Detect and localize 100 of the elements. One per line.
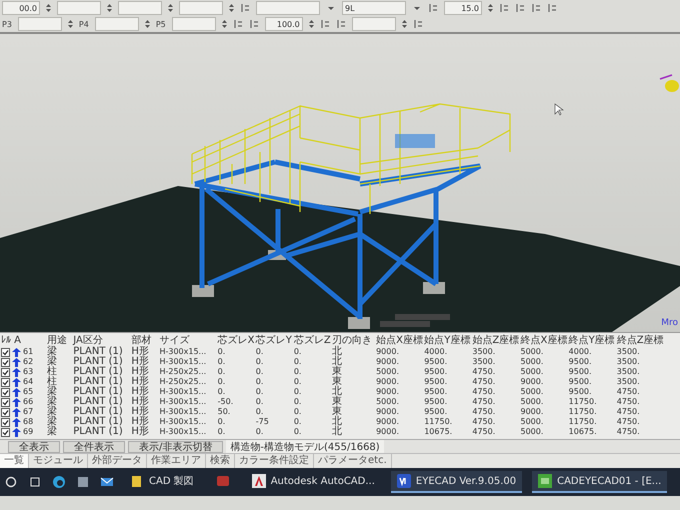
tool-icon[interactable]: [531, 3, 541, 13]
spinner-icon[interactable]: [68, 19, 73, 29]
number-field[interactable]: [179, 1, 223, 15]
number-field[interactable]: [57, 1, 101, 15]
dropdown-field[interactable]: 9L: [342, 1, 406, 15]
number-field[interactable]: 00.0: [2, 1, 40, 15]
tool-icon[interactable]: [428, 3, 438, 13]
toolbar-button[interactable]: 全件表示: [63, 440, 125, 452]
table-cell: PLANT (1): [73, 356, 123, 367]
spinner-icon[interactable]: [229, 3, 234, 13]
column-header[interactable]: 終点Y座標: [568, 333, 616, 347]
table-cell: 9500.: [424, 357, 448, 366]
column-header[interactable]: 芯ズレX: [216, 333, 255, 347]
number-field[interactable]: [18, 17, 62, 31]
column-header[interactable]: JA区分: [72, 333, 130, 347]
taskbar-app[interactable]: CAD 製図: [124, 471, 200, 493]
table-cell: 0.: [218, 387, 226, 396]
tool-icon[interactable]: [320, 19, 330, 29]
number-field[interactable]: [172, 17, 216, 31]
checkbox[interactable]: [1, 358, 10, 366]
table-cell: 5000.: [520, 347, 544, 356]
column-header[interactable]: 終点X座標: [520, 333, 568, 347]
table-cell: 9000.: [376, 407, 399, 416]
mail-icon[interactable]: [100, 475, 114, 489]
app-icon[interactable]: [216, 474, 230, 488]
tool-icon[interactable]: [336, 19, 346, 29]
table-cell: 69: [23, 427, 34, 437]
tool-icon[interactable]: [547, 3, 557, 13]
table-cell: PLANT (1): [73, 396, 123, 407]
spinner-icon[interactable]: [402, 19, 407, 29]
number-field[interactable]: [118, 1, 162, 15]
spinner-icon[interactable]: [168, 3, 173, 13]
spinner-icon[interactable]: [488, 3, 493, 13]
taskbar-app[interactable]: CADEYECAD01 - [E...: [532, 471, 668, 493]
taskbar-app[interactable]: EYECAD Ver.9.05.00: [390, 471, 522, 493]
table-cell: H-300x15...: [159, 427, 206, 436]
table-cell: 東: [332, 376, 342, 387]
number-field[interactable]: [94, 17, 139, 31]
table-cell: 9000.: [520, 407, 544, 416]
toolbar-button[interactable]: 全表示: [8, 440, 60, 452]
column-header[interactable]: 始点X座標: [375, 333, 424, 347]
table-cell: 0.: [256, 397, 264, 406]
table-cell: 0.: [294, 397, 302, 406]
checkbox[interactable]: [1, 348, 10, 356]
number-field[interactable]: 15.0: [444, 1, 482, 15]
table-cell: H-300x15...: [159, 347, 206, 356]
axis-icon: [660, 74, 679, 92]
checkbox[interactable]: [1, 428, 10, 436]
field-label: P5: [156, 20, 166, 28]
tool-icon[interactable]: [248, 19, 259, 29]
checkbox[interactable]: [1, 408, 10, 416]
column-header[interactable]: 終点Z座標: [616, 333, 664, 347]
checkbox[interactable]: [1, 388, 10, 396]
table-cell: 0.: [256, 367, 264, 376]
spinner-icon[interactable]: [107, 3, 112, 13]
table-cell: 64: [23, 377, 34, 387]
tool-icon[interactable]: [499, 3, 509, 13]
column-header[interactable]: 芯ズレZ: [292, 333, 331, 347]
task-view-icon[interactable]: [28, 475, 42, 489]
table-cell: 0.: [294, 387, 302, 396]
search-icon[interactable]: [4, 475, 18, 489]
column-header[interactable]: 始点Y座標: [423, 333, 472, 347]
checkbox[interactable]: [1, 368, 10, 376]
dropdown-field[interactable]: [256, 1, 320, 15]
column-header[interactable]: 始点Z座標: [471, 333, 520, 347]
number-field[interactable]: [352, 17, 396, 31]
spinner-icon[interactable]: [308, 19, 314, 29]
checkbox[interactable]: [1, 418, 10, 426]
table-cell: 9000.: [520, 377, 544, 386]
tool-icon[interactable]: [232, 19, 243, 29]
number-field[interactable]: 100.0: [264, 17, 303, 31]
toolbar-button[interactable]: 表示/非表示切替: [128, 440, 224, 452]
table-cell: 3500.: [472, 347, 496, 356]
letter-a-icon: [252, 474, 266, 488]
table-cell: 柱: [47, 376, 58, 387]
spinner-icon[interactable]: [46, 3, 51, 13]
status-text: 構造物-構造物モデル(455/1668): [226, 440, 384, 454]
browser-icon[interactable]: [52, 475, 66, 489]
column-header[interactable]: 刃の向き: [330, 333, 376, 347]
column-header[interactable]: ﾚﾙ A: [0, 333, 46, 347]
spinner-icon[interactable]: [222, 19, 227, 29]
column-header[interactable]: 用途: [46, 333, 72, 347]
table-cell: 0.: [218, 347, 226, 356]
tool-icon[interactable]: [412, 19, 423, 29]
table-cell: 9000.: [376, 347, 399, 356]
column-header[interactable]: 芯ズレY: [254, 333, 293, 347]
spinner-icon[interactable]: [144, 19, 150, 29]
checkbox[interactable]: [1, 398, 10, 406]
table-cell: 4750.: [472, 387, 496, 396]
column-header[interactable]: 部材: [130, 333, 158, 347]
table-cell: 5000.: [520, 417, 544, 426]
panel-tab[interactable]: 一覧: [0, 454, 29, 468]
tool-icon[interactable]: [515, 3, 525, 13]
table-cell: 4750.: [616, 417, 640, 426]
taskbar-app[interactable]: Autodesk AutoCAD...: [246, 471, 381, 493]
column-header[interactable]: サイズ: [158, 333, 217, 347]
checkbox[interactable]: [1, 378, 10, 386]
tool-icon[interactable]: [240, 3, 250, 13]
table-cell: H形: [131, 396, 149, 407]
table-cell: 4750.: [616, 387, 640, 396]
